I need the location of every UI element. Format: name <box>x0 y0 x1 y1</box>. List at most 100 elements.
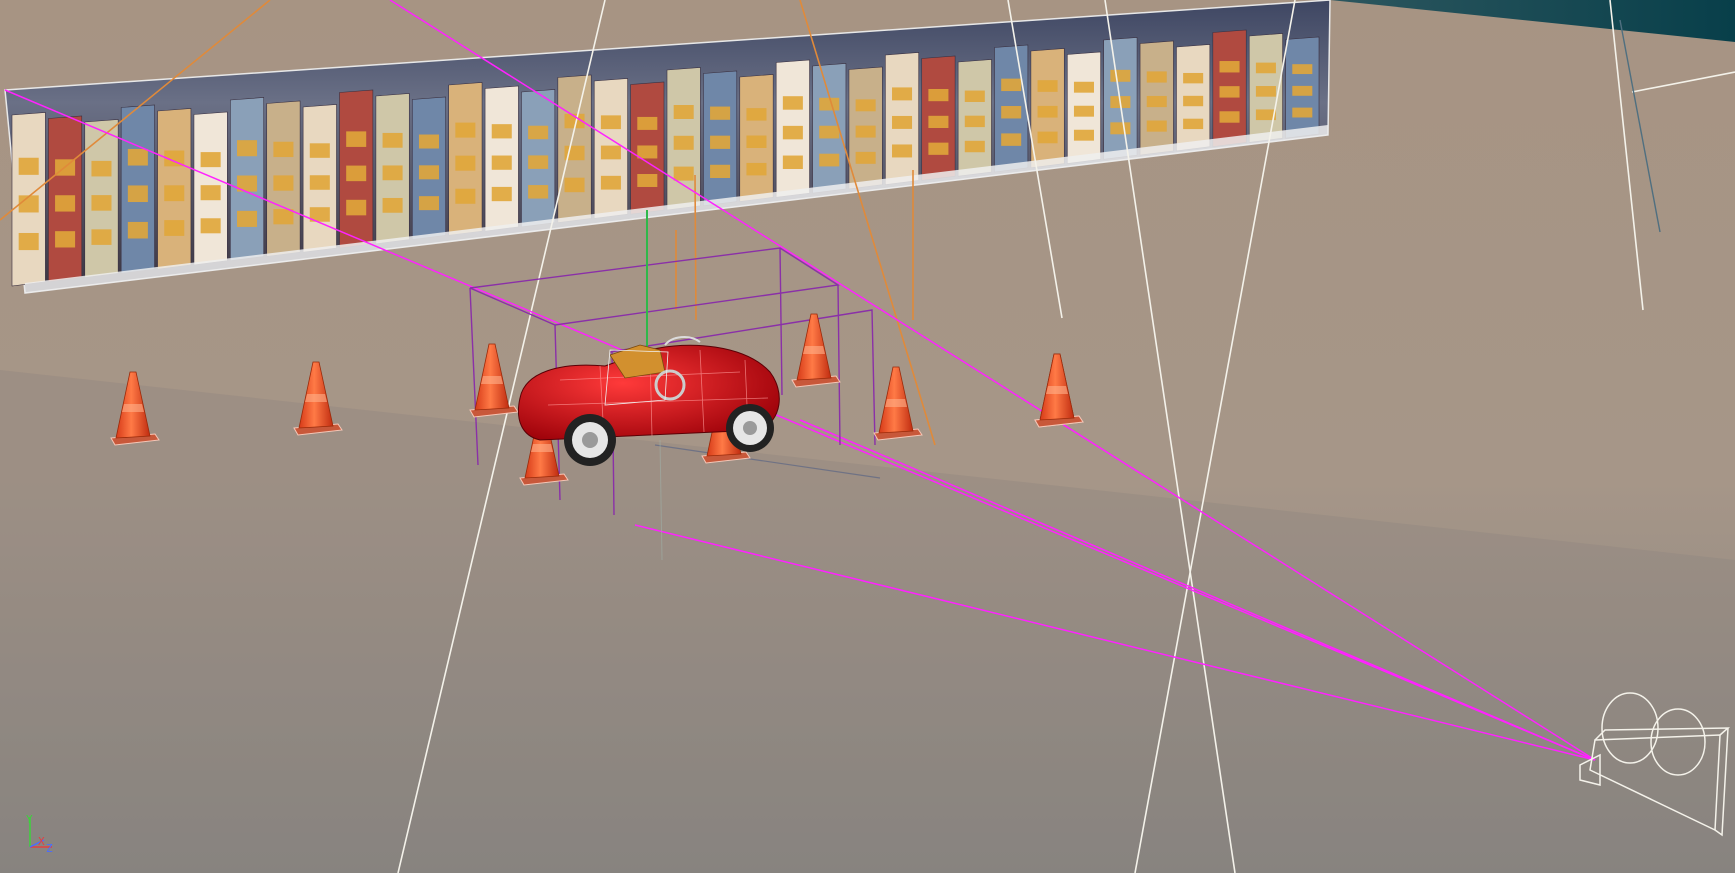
building-window <box>600 145 621 160</box>
building-window <box>127 221 148 239</box>
axis-z-label: Z <box>46 842 53 855</box>
building-window <box>1255 86 1276 97</box>
building-window <box>455 122 476 138</box>
building-window <box>928 88 949 102</box>
building-window <box>710 135 731 149</box>
building-window <box>309 175 330 190</box>
3d-perspective-viewport[interactable]: Y X Z <box>0 0 1735 873</box>
building-window <box>673 105 694 119</box>
building-window <box>1183 118 1204 130</box>
building-window <box>782 155 803 170</box>
building-window <box>1146 120 1167 132</box>
building-window <box>491 155 512 170</box>
building-window <box>1219 86 1240 98</box>
building-window <box>346 131 367 147</box>
building-window <box>418 196 439 211</box>
building-window <box>273 175 294 191</box>
building-window <box>1001 106 1022 119</box>
building-window <box>710 106 731 120</box>
building-window <box>637 145 658 159</box>
building-window <box>418 165 439 180</box>
building-window <box>964 140 985 153</box>
building-window <box>928 115 949 129</box>
building-window <box>892 144 913 158</box>
building-window <box>819 153 840 167</box>
building-window <box>928 142 949 155</box>
building-window <box>1292 64 1313 75</box>
building-window <box>55 195 76 212</box>
building-window <box>127 185 148 203</box>
building-window <box>1183 95 1204 107</box>
building-window <box>200 218 221 234</box>
building-window <box>673 135 694 150</box>
building-window <box>1073 129 1094 141</box>
building-window <box>746 135 767 148</box>
scene-canvas[interactable]: Y X Z <box>0 0 1735 873</box>
building-window <box>18 232 39 251</box>
building-window <box>55 231 76 248</box>
building-window <box>819 97 840 111</box>
building-window <box>637 174 658 187</box>
building-window <box>600 175 621 190</box>
building-window <box>1292 85 1313 96</box>
building-window <box>455 155 476 171</box>
building-window <box>746 162 767 176</box>
building-window <box>1073 81 1094 93</box>
building-window <box>528 155 549 169</box>
building-window <box>91 229 112 245</box>
building-window <box>892 87 913 101</box>
building-window <box>273 141 294 158</box>
building-window <box>1219 61 1240 73</box>
building-window <box>892 115 913 129</box>
axis-x-label: X <box>38 835 45 848</box>
building-window <box>200 152 221 168</box>
building-window <box>528 185 549 199</box>
building-window <box>855 99 876 112</box>
building-window <box>1001 78 1022 92</box>
building-window <box>1110 122 1131 135</box>
building-window <box>1219 111 1240 123</box>
building-window <box>418 134 439 149</box>
axis-y-label: Y <box>26 813 33 826</box>
building-window <box>1001 133 1022 146</box>
building-window <box>746 108 767 121</box>
building-window <box>637 116 658 130</box>
building-window <box>491 124 512 139</box>
building-window <box>600 115 621 130</box>
building-window <box>346 165 367 182</box>
building-window <box>1255 62 1276 74</box>
building-window <box>18 157 39 175</box>
building-window <box>273 209 294 225</box>
building-window <box>491 186 512 202</box>
building-window <box>855 125 876 138</box>
building-window <box>127 148 148 166</box>
building-window <box>382 132 403 148</box>
building-window <box>782 125 803 140</box>
building-window <box>964 90 985 102</box>
building-window <box>819 125 840 139</box>
building-window <box>237 140 258 157</box>
building-window <box>18 195 39 213</box>
building-window <box>1183 72 1204 84</box>
building-window <box>382 165 403 181</box>
building-window <box>346 199 367 216</box>
building-window <box>1146 71 1167 83</box>
building-window <box>309 143 330 158</box>
building-window <box>455 188 476 204</box>
building-window <box>1146 95 1167 108</box>
building-window <box>564 177 585 193</box>
building-window <box>237 210 258 227</box>
building-window <box>91 160 112 177</box>
building-window <box>91 195 112 211</box>
building-window <box>1110 69 1131 82</box>
building-window <box>673 166 694 181</box>
building-window <box>1073 105 1094 117</box>
building-window <box>710 164 731 178</box>
building-window <box>1037 80 1058 92</box>
building-window <box>382 197 403 213</box>
building-window <box>1037 105 1058 118</box>
building-window <box>782 96 803 110</box>
building-window <box>1292 107 1313 118</box>
building-window <box>528 125 549 140</box>
building-window <box>855 151 876 164</box>
